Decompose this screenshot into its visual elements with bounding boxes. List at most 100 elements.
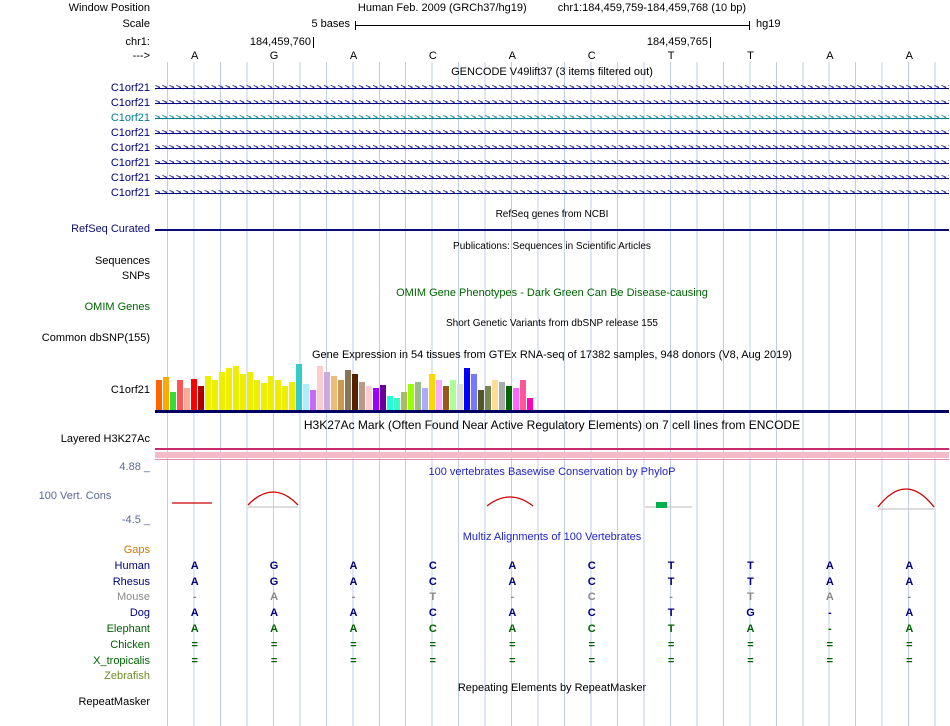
- gtex-bar[interactable]: [261, 383, 267, 410]
- gene-transcript-row[interactable]: >>>>>>>>>>>>>>>>>>>>>>>>>>>>>>>>>>>>>>>>…: [155, 112, 949, 124]
- gtex-bar[interactable]: [478, 390, 484, 410]
- gtex-bar[interactable]: [282, 386, 288, 410]
- gtex-bar[interactable]: [352, 374, 358, 410]
- gene-transcript-row[interactable]: >>>>>>>>>>>>>>>>>>>>>>>>>>>>>>>>>>>>>>>>…: [155, 157, 949, 169]
- omim-genes-label[interactable]: OMIM Genes: [0, 301, 150, 314]
- gene-transcript-row[interactable]: >>>>>>>>>>>>>>>>>>>>>>>>>>>>>>>>>>>>>>>>…: [155, 97, 949, 109]
- gtex-bar[interactable]: [443, 386, 449, 410]
- species-label-dog[interactable]: Dog: [0, 607, 150, 620]
- gene-transcript-row[interactable]: >>>>>>>>>>>>>>>>>>>>>>>>>>>>>>>>>>>>>>>>…: [155, 187, 949, 199]
- gene-label[interactable]: C1orf21: [0, 142, 150, 155]
- species-label-elephant[interactable]: Elephant: [0, 623, 150, 636]
- species-label-gaps[interactable]: Gaps: [0, 544, 150, 557]
- gtex-bar[interactable]: [254, 380, 260, 410]
- gtex-bar[interactable]: [310, 390, 316, 410]
- gtex-bar[interactable]: [275, 380, 281, 410]
- gtex-bar[interactable]: [401, 392, 407, 410]
- gtex-bar[interactable]: [499, 382, 505, 410]
- gtex-bar[interactable]: [387, 396, 393, 410]
- gtex-bar[interactable]: [240, 374, 246, 410]
- gtex-bar[interactable]: [345, 370, 351, 410]
- gtex-bar[interactable]: [520, 380, 526, 410]
- gtex-bar[interactable]: [359, 382, 365, 410]
- phylop-track-label[interactable]: 100 Vert. Cons: [0, 490, 150, 503]
- gtex-bar[interactable]: [429, 374, 435, 410]
- species-label-rhesus[interactable]: Rhesus: [0, 576, 150, 589]
- gtex-bar[interactable]: [527, 398, 533, 410]
- gene-label[interactable]: C1orf21: [0, 157, 150, 170]
- gtex-bar[interactable]: [170, 392, 176, 410]
- species-label-human[interactable]: Human: [0, 560, 150, 573]
- gtex-bar[interactable]: [450, 380, 456, 410]
- gtex-bar[interactable]: [338, 380, 344, 410]
- sequences-label[interactable]: Sequences: [0, 255, 150, 268]
- gene-transcript-row[interactable]: >>>>>>>>>>>>>>>>>>>>>>>>>>>>>>>>>>>>>>>>…: [155, 127, 949, 139]
- gtex-bar[interactable]: [205, 376, 211, 410]
- repeatmasker-label[interactable]: RepeatMasker: [0, 696, 150, 709]
- gtex-bar[interactable]: [331, 376, 337, 410]
- h3k27ac-band[interactable]: [155, 459, 949, 460]
- gtex-bar[interactable]: [289, 382, 295, 410]
- gtex-expression-barchart[interactable]: [156, 360, 536, 410]
- gtex-bar[interactable]: [492, 380, 498, 410]
- gtex-bar[interactable]: [212, 380, 218, 410]
- gtex-bar[interactable]: [471, 374, 477, 410]
- refseq-curated-track-line[interactable]: [155, 229, 949, 231]
- gtex-bar[interactable]: [198, 386, 204, 410]
- species-label-zebrafish[interactable]: Zebrafish: [0, 670, 150, 683]
- gtex-bar[interactable]: [485, 386, 491, 410]
- alignment-row[interactable]: [155, 670, 949, 683]
- reference-sequence-row[interactable]: AGACACTTAA: [155, 50, 949, 63]
- gtex-bar[interactable]: [422, 388, 428, 410]
- gene-label[interactable]: C1orf21: [0, 97, 150, 110]
- gene-label[interactable]: C1orf21: [0, 112, 150, 125]
- alignment-row[interactable]: = = = = = = = = = =: [155, 655, 949, 668]
- gtex-bar[interactable]: [219, 372, 225, 410]
- alignment-row[interactable]: AAACACTG-A: [155, 607, 949, 620]
- alignment-row[interactable]: [155, 544, 949, 557]
- common-dbsnp-label[interactable]: Common dbSNP(155): [0, 332, 150, 345]
- alignment-row[interactable]: AGACACTTAA: [155, 576, 949, 589]
- gtex-bar[interactable]: [464, 368, 470, 410]
- alignment-row[interactable]: AAACACTA-A: [155, 623, 949, 636]
- gtex-bar[interactable]: [296, 364, 302, 410]
- species-label-x_tropicalis[interactable]: X_tropicalis: [0, 655, 150, 668]
- gtex-bar[interactable]: [163, 377, 169, 410]
- gene-label[interactable]: C1orf21: [0, 172, 150, 185]
- species-label-chicken[interactable]: Chicken: [0, 639, 150, 652]
- refseq-curated-label[interactable]: RefSeq Curated: [0, 223, 150, 236]
- gtex-bar[interactable]: [394, 398, 400, 410]
- gene-transcript-row[interactable]: >>>>>>>>>>>>>>>>>>>>>>>>>>>>>>>>>>>>>>>>…: [155, 142, 949, 154]
- alignment-row[interactable]: = = = = = = = = = =: [155, 639, 949, 652]
- h3k27ac-band[interactable]: [155, 452, 949, 458]
- gtex-bar[interactable]: [177, 380, 183, 410]
- alignment-row[interactable]: -A-T-C-TA-: [155, 591, 949, 604]
- gtex-gene-label[interactable]: C1orf21: [0, 384, 150, 397]
- h3k27ac-band[interactable]: [155, 448, 949, 450]
- gtex-bar[interactable]: [373, 388, 379, 410]
- gene-transcript-row[interactable]: >>>>>>>>>>>>>>>>>>>>>>>>>>>>>>>>>>>>>>>>…: [155, 82, 949, 94]
- gtex-bar[interactable]: [380, 385, 386, 410]
- gtex-bar[interactable]: [366, 386, 372, 410]
- gene-label[interactable]: C1orf21: [0, 127, 150, 140]
- gtex-bar[interactable]: [317, 366, 323, 410]
- gtex-bar[interactable]: [226, 368, 232, 410]
- gtex-bar[interactable]: [247, 372, 253, 410]
- alignment-row[interactable]: AGACACTTAA: [155, 560, 949, 573]
- gtex-bar[interactable]: [324, 372, 330, 410]
- gtex-bar[interactable]: [513, 388, 519, 410]
- species-label-mouse[interactable]: Mouse: [0, 591, 150, 604]
- gtex-bar[interactable]: [268, 376, 274, 410]
- layered-h3k27ac-label[interactable]: Layered H3K27Ac: [0, 433, 150, 446]
- gtex-bar[interactable]: [191, 379, 197, 410]
- gene-label[interactable]: C1orf21: [0, 82, 150, 95]
- gtex-bar[interactable]: [436, 380, 442, 410]
- gtex-bar[interactable]: [233, 366, 239, 410]
- gtex-bar[interactable]: [506, 386, 512, 410]
- gtex-bar[interactable]: [415, 382, 421, 410]
- gtex-bar[interactable]: [408, 384, 414, 410]
- gene-transcript-row[interactable]: >>>>>>>>>>>>>>>>>>>>>>>>>>>>>>>>>>>>>>>>…: [155, 172, 949, 184]
- gtex-bar[interactable]: [184, 388, 190, 410]
- gtex-bar[interactable]: [457, 384, 463, 410]
- gtex-bar[interactable]: [156, 380, 162, 410]
